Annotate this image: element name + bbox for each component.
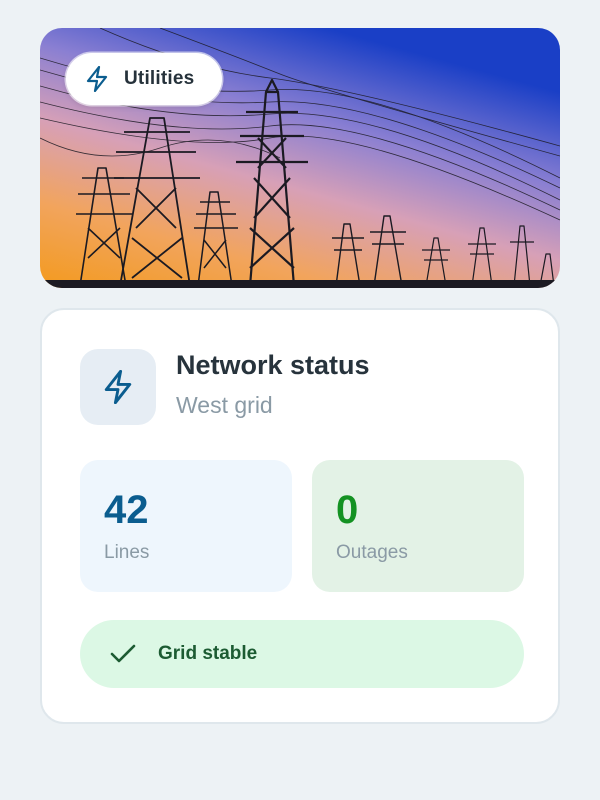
card-subtitle: West grid bbox=[176, 392, 273, 418]
network-status-card: Network status West grid 42 Lines 0 Outa… bbox=[40, 308, 560, 724]
card-icon-tile bbox=[80, 349, 156, 425]
outages-stat: 0 Outages bbox=[312, 460, 524, 592]
lines-label: Lines bbox=[104, 542, 150, 563]
category-badge[interactable]: Utilities bbox=[66, 53, 222, 105]
lines-stat: 42 Lines bbox=[80, 460, 292, 592]
status-badge: Grid stable bbox=[80, 620, 524, 688]
lightning-icon bbox=[104, 370, 132, 404]
card-title: Network status bbox=[176, 350, 370, 380]
status-label: Grid stable bbox=[158, 643, 258, 664]
badge-label: Utilities bbox=[124, 68, 195, 89]
outages-label: Outages bbox=[336, 542, 408, 563]
outages-count: 0 bbox=[336, 488, 359, 532]
lightning-icon bbox=[86, 66, 108, 92]
lines-count: 42 bbox=[104, 488, 149, 532]
check-icon bbox=[110, 644, 136, 663]
